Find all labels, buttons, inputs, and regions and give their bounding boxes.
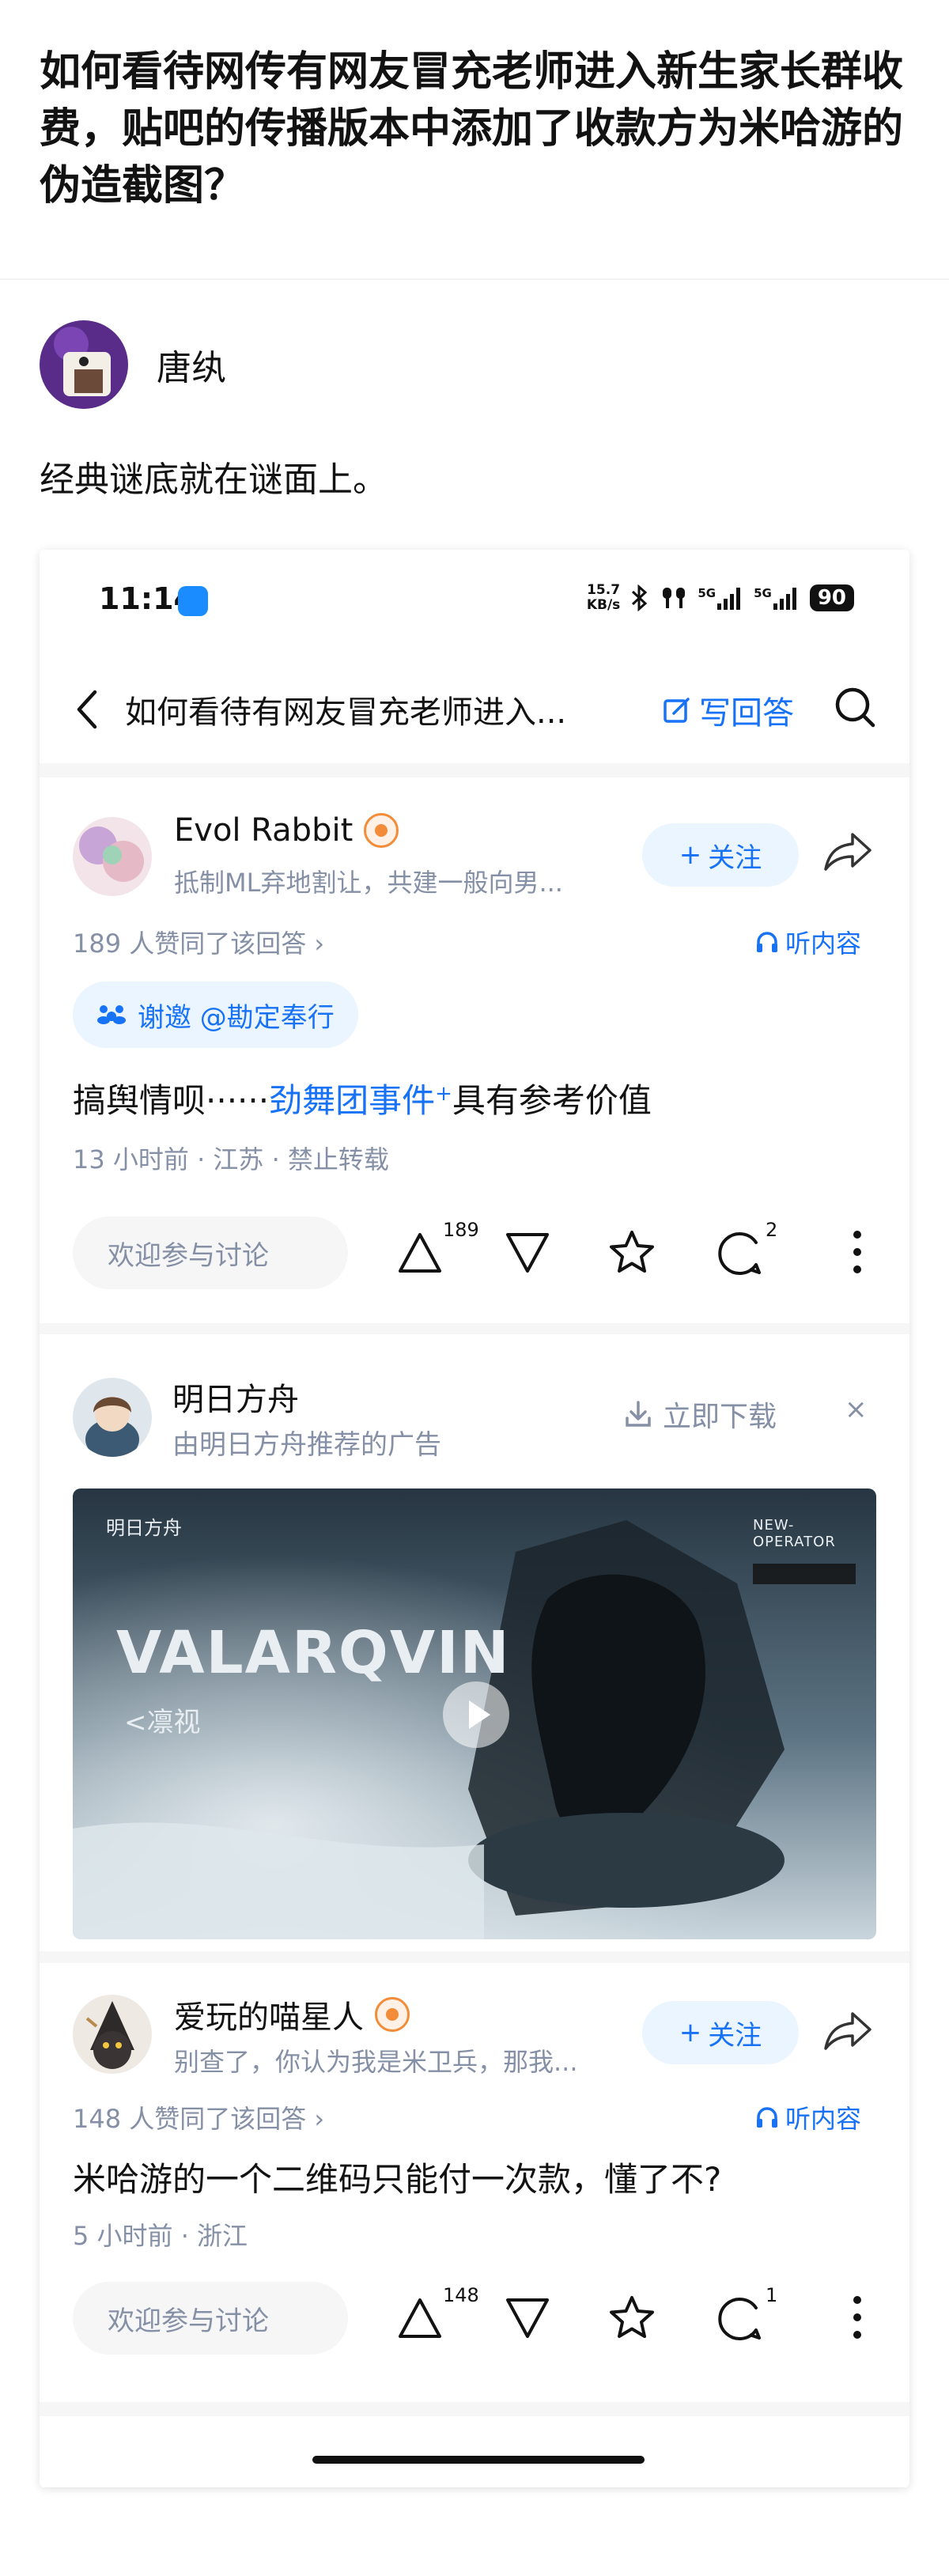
answer-text: 经典谜底就在谜面上。 bbox=[40, 460, 388, 500]
battery-indicator: 90 bbox=[809, 584, 854, 611]
plus-icon: + bbox=[679, 839, 702, 871]
hotspot-icon bbox=[178, 586, 208, 616]
listen-button[interactable]: 听内容 bbox=[755, 2099, 861, 2135]
follow-button[interactable]: + 关注 bbox=[642, 2001, 799, 2064]
download-button[interactable]: 立即下载 bbox=[623, 1394, 777, 1435]
ad-image[interactable]: 明日方舟 NEW-OPERATOR VALARQVIN <凛视 bbox=[73, 1488, 876, 1939]
home-indicator[interactable] bbox=[312, 2456, 645, 2464]
close-icon[interactable]: × bbox=[845, 1394, 868, 1425]
star-icon[interactable] bbox=[607, 1228, 656, 1276]
bluetooth-icon bbox=[632, 584, 648, 611]
status-bar: 11:14 15.7 KB/s 5G 5G 90 bbox=[40, 550, 909, 653]
ad-subtitle: 由明日方舟推荐的广告 bbox=[172, 1429, 441, 1461]
nav-bar: 如何看待有网友冒充老师进入... 写回答 bbox=[40, 653, 909, 763]
edit-icon bbox=[664, 698, 690, 723]
play-button[interactable] bbox=[443, 1681, 509, 1748]
topic-link-mark: + bbox=[435, 1082, 452, 1106]
back-arrow-icon[interactable] bbox=[73, 687, 101, 732]
downvote-icon[interactable] bbox=[503, 2295, 552, 2341]
ad-card[interactable]: 明日方舟 由明日方舟推荐的广告 立即下载 × 明日方舟 NEW-OPERATOR… bbox=[40, 1334, 909, 1951]
avatar[interactable] bbox=[73, 1378, 152, 1457]
comment-count: 1 bbox=[766, 2284, 778, 2306]
likes-count[interactable]: 189 人赞同了该回答 › bbox=[73, 924, 324, 960]
nav-title[interactable]: 如何看待有网友冒充老师进入... bbox=[125, 687, 566, 732]
follow-button[interactable]: + 关注 bbox=[642, 823, 799, 887]
share-icon[interactable] bbox=[822, 830, 875, 874]
author-name[interactable]: 唐纨 bbox=[157, 339, 226, 390]
upvote-count: 148 bbox=[443, 2284, 479, 2306]
comment-icon[interactable] bbox=[713, 2294, 762, 2343]
play-icon bbox=[469, 1700, 490, 1729]
plus-icon: + bbox=[679, 2017, 702, 2048]
comment-count: 2 bbox=[766, 1219, 778, 1241]
signal-5g-1: 5G bbox=[698, 586, 744, 610]
answer-card[interactable]: Evol Rabbit 抵制ML弃地割让，共建一般向男... + 关注 189 … bbox=[40, 777, 909, 1323]
avatar[interactable] bbox=[73, 817, 152, 896]
ad-image-brand: 明日方舟 bbox=[106, 1517, 182, 1539]
more-icon[interactable] bbox=[853, 2294, 862, 2341]
net-speed: 15.7 KB/s bbox=[586, 582, 621, 613]
upvote-icon[interactable] bbox=[395, 1230, 444, 1276]
comment-icon[interactable] bbox=[713, 1228, 762, 1277]
upvote-count: 189 bbox=[443, 1219, 479, 1241]
signal-5g-2: 5G bbox=[754, 586, 800, 610]
answer-meta: 5 小时前 · 浙江 bbox=[73, 2221, 248, 2251]
status-icons: 15.7 KB/s 5G 5G 90 bbox=[587, 583, 854, 613]
answer-excerpt[interactable]: 搞舆情呗······劲舞团事件+具有参考价值 bbox=[73, 1074, 652, 1122]
share-icon[interactable] bbox=[822, 2009, 875, 2053]
write-answer-button[interactable]: 写回答 bbox=[661, 687, 794, 733]
signal-bars-icon bbox=[717, 588, 741, 610]
user-name[interactable]: 爱玩的喵星人 bbox=[174, 1992, 410, 2037]
ad-name[interactable]: 明日方舟 bbox=[172, 1374, 299, 1420]
user-bio: 抵制ML弃地割让，共建一般向男... bbox=[174, 868, 563, 898]
avatar[interactable] bbox=[40, 320, 128, 409]
earbuds-icon bbox=[663, 588, 686, 608]
downvote-icon[interactable] bbox=[503, 1230, 552, 1276]
download-icon bbox=[626, 1401, 651, 1427]
headphones-icon bbox=[757, 2107, 777, 2128]
topic-link[interactable]: 劲舞团事件 bbox=[269, 1081, 435, 1120]
bottom-bar bbox=[40, 2416, 909, 2487]
answer-card[interactable]: 爱玩的喵星人 别查了，你认为我是米卫兵，那我... + 关注 148 人赞同了该… bbox=[40, 1963, 909, 2402]
ad-image-title: VALARQVIN bbox=[116, 1619, 511, 1687]
comment-input[interactable]: 欢迎参与讨论 bbox=[73, 2282, 348, 2355]
answer-author[interactable]: 唐纨 bbox=[40, 320, 226, 409]
more-icon[interactable] bbox=[853, 1228, 862, 1276]
ad-image-subtitle: <凛视 bbox=[124, 1707, 201, 1738]
answer-meta: 13 小时前 · 江苏 · 禁止转载 bbox=[73, 1144, 389, 1175]
header-divider bbox=[0, 278, 949, 280]
avatar[interactable] bbox=[73, 1995, 152, 2074]
likes-count[interactable]: 148 人赞同了该回答 › bbox=[73, 2099, 324, 2135]
upvote-icon[interactable] bbox=[395, 2295, 444, 2341]
comment-input[interactable]: 欢迎参与讨论 bbox=[73, 1216, 348, 1289]
user-name[interactable]: Evol Rabbit bbox=[174, 812, 399, 849]
search-icon[interactable] bbox=[832, 684, 879, 732]
signal-bars-icon bbox=[773, 588, 796, 610]
listen-button[interactable]: 听内容 bbox=[755, 924, 861, 960]
question-title[interactable]: 如何看待网传有网友冒充老师进入新生家长群收费，贴吧的传播版本中添加了收款方为米哈… bbox=[40, 44, 917, 214]
ad-image-tag: NEW-OPERATOR bbox=[753, 1517, 836, 1550]
headphones-icon bbox=[757, 932, 777, 952]
answer-excerpt[interactable]: 米哈游的一个二维码只能付一次款，懂了不? bbox=[73, 2153, 721, 2201]
group-icon bbox=[97, 1005, 126, 1024]
user-bio: 别查了，你认为我是米卫兵，那我... bbox=[174, 2047, 578, 2077]
embedded-screenshot: 11:14 15.7 KB/s 5G 5G 90 如何看待有网友冒充老师进入..… bbox=[40, 550, 909, 2487]
invite-tag[interactable]: 谢邀 @勘定奉行 bbox=[73, 982, 358, 1048]
star-icon[interactable] bbox=[607, 2294, 656, 2341]
badge-icon bbox=[375, 1997, 410, 2032]
badge-icon bbox=[364, 813, 399, 848]
